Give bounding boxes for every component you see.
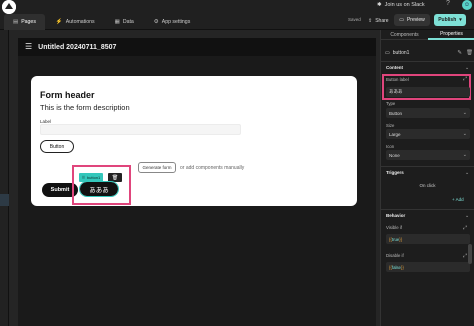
tab-label: Pages bbox=[21, 19, 36, 25]
tab-label: Automations bbox=[65, 19, 95, 25]
on-click-label: On click bbox=[419, 183, 436, 188]
outline-button[interactable]: Button bbox=[40, 140, 74, 153]
tab-automations[interactable]: ⚡ Automations bbox=[47, 14, 104, 30]
help-icon[interactable]: ? bbox=[446, 0, 450, 7]
disable-if-title: Disable if bbox=[386, 253, 404, 258]
drag-handle-icon: ⠿ bbox=[82, 175, 85, 180]
app-title: Untitled 20240711_8507 bbox=[38, 43, 117, 51]
disable-if-tag: {{false}} bbox=[389, 264, 404, 270]
add-trigger-button[interactable]: + Add bbox=[452, 197, 464, 202]
saved-status: Saved bbox=[348, 17, 361, 22]
disable-if-input[interactable]: {{false}} bbox=[386, 262, 470, 272]
button-label-input[interactable]: あああ bbox=[386, 87, 470, 97]
selected-button[interactable]: あああ bbox=[79, 181, 119, 197]
rail-marker[interactable] bbox=[0, 194, 9, 206]
component-name-row: ▭ button1 ✎ 🗑 bbox=[385, 48, 473, 58]
chevron-down-icon: ⌄ bbox=[462, 131, 467, 137]
share-button[interactable]: ⇪ Share bbox=[368, 15, 389, 26]
add-components-hint: or add components manually bbox=[180, 165, 245, 171]
component-name: button1 bbox=[392, 50, 410, 56]
size-value: Large bbox=[389, 131, 401, 137]
trash-icon: 🗑 bbox=[111, 174, 119, 181]
size-select[interactable]: Large ⌄ bbox=[386, 129, 470, 139]
type-select[interactable]: Button ⌄ bbox=[386, 108, 470, 118]
tab-properties[interactable]: Properties bbox=[428, 30, 474, 40]
app-logo[interactable] bbox=[2, 0, 16, 14]
selected-component-chip[interactable]: ⠿ button1 bbox=[79, 173, 104, 182]
add-label: Add bbox=[455, 197, 464, 202]
section-divider bbox=[381, 166, 474, 167]
monitor-icon: ▭ bbox=[399, 17, 404, 23]
section-divider bbox=[381, 61, 474, 62]
top-tabs: ▤ Pages ⚡ Automations ▦ Data ⚙ App setti… bbox=[4, 14, 199, 30]
tab-app-settings[interactable]: ⚙ App settings bbox=[145, 14, 200, 30]
slack-icon: ✱ bbox=[377, 2, 382, 8]
expand-icon[interactable]: ⤢ bbox=[463, 253, 467, 259]
section-divider bbox=[381, 209, 474, 210]
chevron-down-icon: ⌄ bbox=[462, 152, 467, 158]
chevron-down-icon[interactable]: ⌄ bbox=[465, 170, 469, 176]
tab-components[interactable]: Components bbox=[381, 30, 428, 40]
generate-form-button[interactable]: Generate form bbox=[138, 162, 176, 173]
share-label: Share bbox=[375, 17, 389, 24]
left-rail bbox=[0, 30, 9, 326]
button-label-value: あああ bbox=[389, 89, 403, 94]
visible-if-input[interactable]: {{true}} bbox=[386, 234, 470, 244]
behavior-section-title: Behavior bbox=[386, 213, 406, 218]
join-slack-link[interactable]: ✱ Join us on Slack bbox=[377, 0, 425, 10]
publish-button[interactable]: Publish ▾ bbox=[434, 14, 466, 26]
tab-data[interactable]: ▦ Data bbox=[106, 14, 143, 30]
edit-icon[interactable]: ✎ bbox=[457, 50, 462, 56]
panel-scrollbar[interactable] bbox=[468, 244, 472, 264]
automations-icon: ⚡ bbox=[55, 19, 63, 25]
panel-tabs: Components Properties bbox=[381, 30, 474, 40]
delete-component-button[interactable]: 🗑 bbox=[108, 173, 122, 182]
publish-label: Publish bbox=[438, 17, 457, 23]
button-label-title: Button label bbox=[386, 77, 409, 82]
pages-icon: ▤ bbox=[13, 19, 19, 25]
chevron-down-icon[interactable]: ⌄ bbox=[465, 65, 469, 71]
type-title: Type bbox=[386, 101, 396, 106]
tab-label: Data bbox=[122, 19, 134, 25]
visible-if-tag: {{true}} bbox=[389, 236, 403, 242]
icon-select[interactable]: None ⌄ bbox=[386, 150, 470, 160]
app-header: ☰ Untitled 20240711_8507 bbox=[18, 38, 376, 56]
form-header: Form header bbox=[40, 90, 95, 100]
visible-if-title: Visible if bbox=[386, 225, 402, 230]
avatar[interactable]: ☺ bbox=[462, 0, 472, 10]
settings-icon: ⚙ bbox=[153, 19, 159, 25]
form-description: This is the form description bbox=[40, 103, 130, 112]
expand-icon[interactable]: ⤢ bbox=[463, 225, 467, 231]
share-icon: ⇪ bbox=[368, 17, 373, 24]
icon-title: Icon bbox=[386, 144, 395, 149]
content-section-title: Content bbox=[386, 65, 403, 70]
component-icon: ▭ bbox=[385, 50, 390, 56]
chevron-down-icon[interactable]: ⌄ bbox=[465, 213, 469, 219]
expand-icon[interactable]: ⤢ bbox=[463, 76, 467, 82]
size-title: Size bbox=[386, 123, 395, 128]
preview-label: Preview bbox=[406, 17, 425, 23]
tab-pages[interactable]: ▤ Pages bbox=[4, 14, 45, 30]
type-value: Button bbox=[389, 110, 403, 116]
data-icon: ▦ bbox=[114, 19, 120, 25]
icon-value: None bbox=[389, 152, 400, 158]
trash-icon[interactable]: 🗑 bbox=[466, 50, 473, 56]
triggers-section-title: Triggers bbox=[386, 170, 404, 175]
menu-icon[interactable]: ☰ bbox=[25, 43, 32, 51]
text-input[interactable] bbox=[40, 124, 241, 135]
selected-chip-label: button1 bbox=[86, 175, 101, 180]
tab-label: App settings bbox=[161, 19, 191, 25]
chevron-down-icon: ⌄ bbox=[462, 110, 467, 116]
preview-button[interactable]: ▭ Preview bbox=[394, 14, 430, 26]
join-slack-label: Join us on Slack bbox=[384, 2, 425, 8]
chevron-down-icon: ▾ bbox=[459, 17, 462, 23]
disable-if-value: false bbox=[391, 264, 401, 270]
plus-icon: + bbox=[452, 197, 455, 202]
